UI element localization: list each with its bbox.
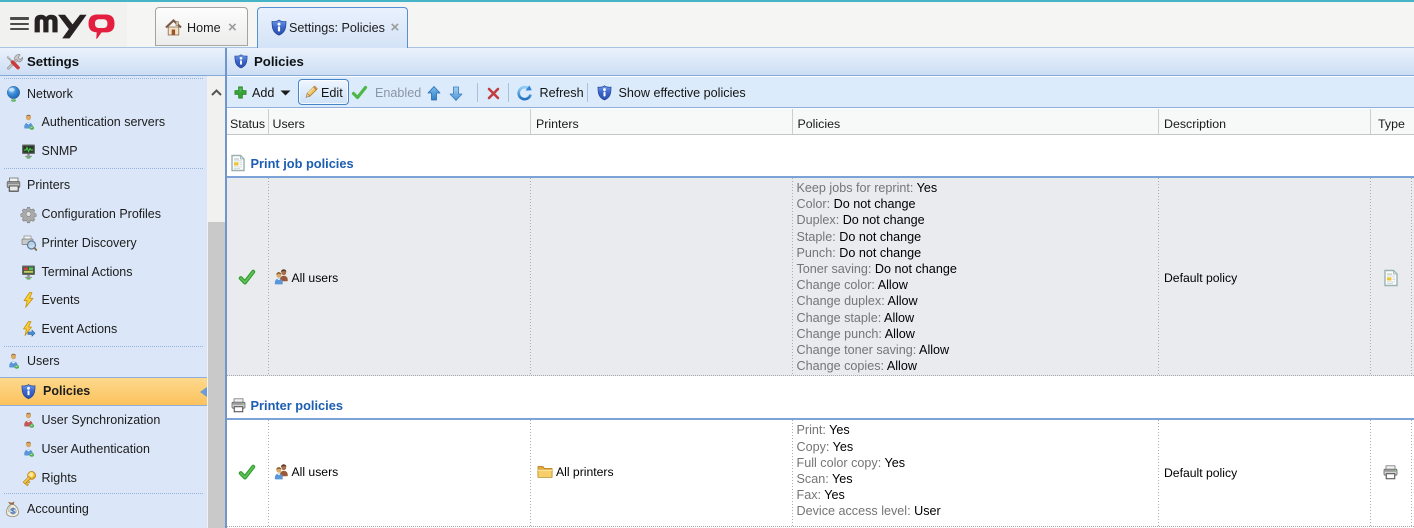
svg-text:$: $ <box>11 508 15 515</box>
